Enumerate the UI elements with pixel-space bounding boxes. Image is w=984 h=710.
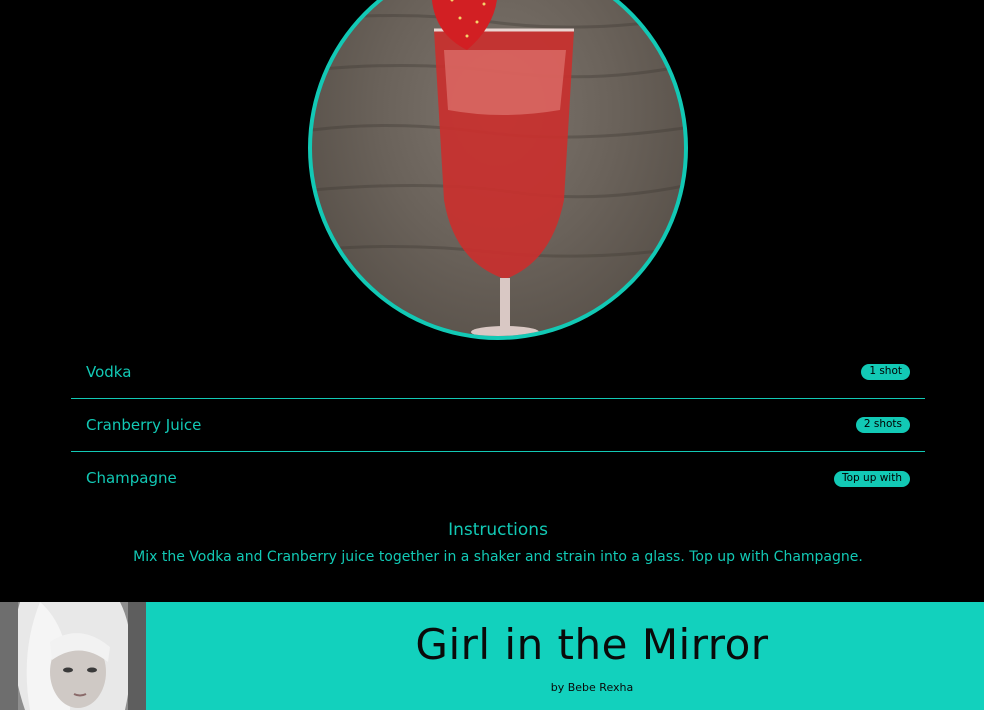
ingredients-list: Vodka 1 shot Cranberry Juice 2 shots Cha…	[71, 346, 925, 505]
amount-badge: Top up with	[834, 470, 910, 487]
album-art-icon	[0, 602, 146, 710]
amount-badge: 2 shots	[855, 417, 910, 433]
ingredient-name: Cranberry Juice	[86, 415, 202, 434]
song-bar[interactable]: Girl in the Mirror by Bebe Rexha	[0, 602, 984, 710]
page: Vodka 1 shot Cranberry Juice 2 shots Cha…	[0, 0, 984, 710]
amount-badge: 1 shot	[861, 364, 910, 380]
cocktail-photo-icon	[308, 0, 688, 340]
ingredient-name: Vodka	[86, 362, 132, 381]
list-item: Champagne Top up with	[71, 452, 925, 505]
list-item: Cranberry Juice 2 shots	[71, 399, 925, 452]
song-artist: by Bebe Rexha	[550, 681, 634, 694]
instructions-text: Mix the Vodka and Cranberry juice togeth…	[133, 549, 863, 565]
song-title: Girl in the Mirror	[415, 620, 769, 669]
list-item: Vodka 1 shot	[71, 346, 925, 399]
instructions-heading: Instructions	[448, 520, 548, 540]
ingredient-name: Champagne	[86, 469, 177, 487]
